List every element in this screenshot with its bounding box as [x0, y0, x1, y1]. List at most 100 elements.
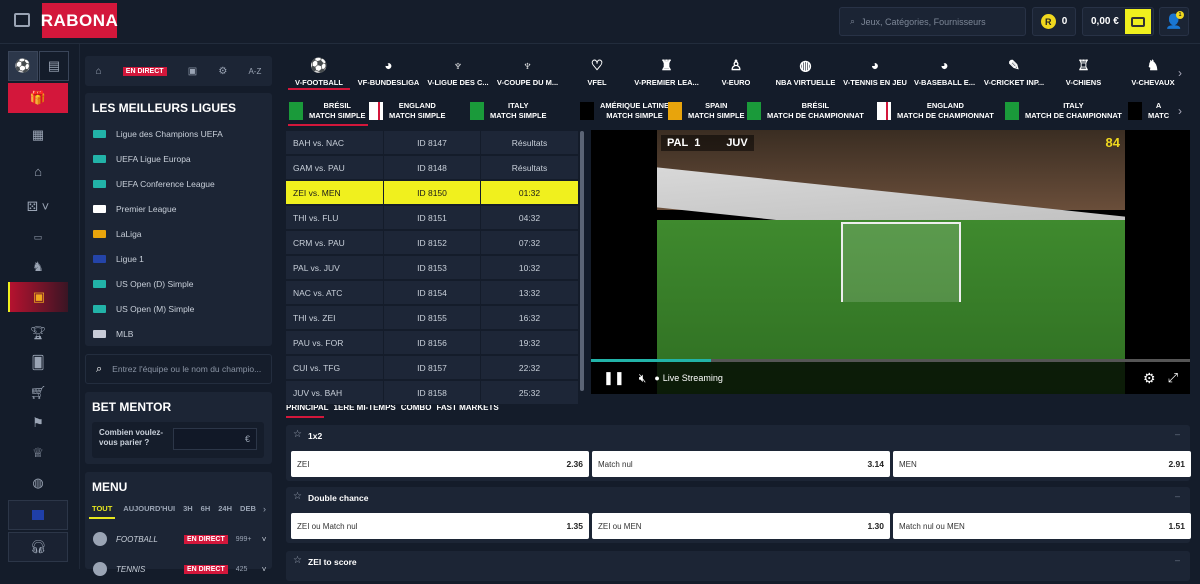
match-row[interactable]: PAU vs. FOR ID 8156 19:32 [286, 331, 578, 355]
match-list-scrollbar[interactable] [580, 131, 584, 391]
sport-tab[interactable]: ⚽ V-FOOTBALL [281, 57, 357, 87]
cards-icon[interactable]: 🂠 [8, 348, 68, 378]
sport-tab[interactable]: ◕ VF-BUNDESLIGA [351, 57, 427, 87]
trophy-icon[interactable]: 🏆︎ [8, 318, 68, 348]
league-tab[interactable]: AMÉRIQUE LATINE MATCH SIMPLE [580, 98, 669, 124]
league-item[interactable]: US Open (D) Simple [85, 271, 272, 296]
match-row[interactable]: BAH vs. NAC ID 8147 Résultats [286, 131, 578, 155]
league-tab[interactable]: SPAIN MATCH SIMPLE [668, 98, 745, 124]
league-tab[interactable]: BRÉSIL MATCH SIMPLE [289, 98, 366, 124]
league-tabs-next-icon[interactable]: › [1178, 104, 1182, 118]
sport-tab[interactable]: ♞ V-CHEVAUX [1115, 57, 1191, 87]
match-row[interactable]: NAC vs. ATC ID 8154 13:32 [286, 281, 578, 305]
league-item[interactable]: LaLiga [85, 221, 272, 246]
chevron-down-icon[interactable]: ˅ [262, 565, 267, 574]
sports-icon[interactable]: ⚽ [8, 51, 38, 81]
league-item[interactable]: Ligue 1 [85, 246, 272, 271]
filters-next-icon[interactable]: › [263, 504, 266, 514]
mute-icon[interactable]: 🔇︎ [639, 371, 647, 386]
profile-button[interactable]: 👤 1 [1159, 7, 1189, 36]
league-item[interactable]: UEFA Ligue Europa [85, 146, 272, 171]
live-button[interactable]: EN DIRECT [122, 66, 167, 76]
horse-icon[interactable]: ♞ [8, 252, 68, 282]
odds-button[interactable]: Match nul ou MEN 1.51 [893, 513, 1191, 539]
filter-tab[interactable]: AUJOURD'HUI [123, 504, 175, 519]
live-casino-icon[interactable]: ⚄ ˅ [8, 192, 68, 222]
match-row[interactable]: PAL vs. JUV ID 8153 10:32 [286, 256, 578, 280]
sport-tab[interactable]: ♜ V-PREMIER LEA... [629, 57, 705, 87]
sport-tab[interactable]: ♡ VFEL [559, 57, 635, 87]
match-row[interactable]: CRM vs. PAU ID 8152 07:32 [286, 231, 578, 255]
sport-item[interactable]: FOOTBALL EN DIRECT 999+ ˅ [85, 524, 272, 554]
virtual-sports-icon[interactable]: ▣ [8, 282, 68, 312]
collapse-icon[interactable]: – [1175, 429, 1180, 439]
rugby-icon[interactable]: ◍ [8, 468, 68, 498]
filter-tab[interactable]: 3H [183, 504, 193, 519]
sport-tab[interactable]: ✎ V-CRICKET INP... [976, 57, 1052, 87]
sport-tab[interactable]: ♖ V-CHIENS [1046, 57, 1122, 87]
wallet-button[interactable] [1125, 9, 1151, 34]
odds-button[interactable]: ZEI 2.36 [291, 451, 589, 477]
home-icon[interactable]: ⌂ [96, 66, 102, 77]
favorite-star-icon[interactable]: ☆ [293, 429, 302, 440]
gift-icon[interactable]: ▦ [8, 120, 68, 150]
league-item[interactable]: Ligue des Champions UEFA [85, 121, 272, 146]
video-player[interactable]: PAL 1 JUV 84 ❚❚ 🔇︎ ● Live Streaming ⚙ ⤢ [591, 130, 1190, 394]
sport-tab[interactable]: ♆ V-COUPE DU M... [490, 57, 566, 87]
match-row[interactable]: THI vs. FLU ID 8151 04:32 [286, 206, 578, 230]
logo[interactable]: RABONA [41, 3, 118, 38]
search-input[interactable]: ⌕ Jeux, Catégories, Fournisseurs [839, 7, 1026, 36]
settings-icon[interactable]: ⚙ [1143, 370, 1156, 387]
league-tab[interactable]: A MATC [1128, 98, 1169, 124]
sport-tab[interactable]: ◍ NBA VIRTUELLE [768, 57, 844, 87]
az-button[interactable]: A-Z [248, 67, 261, 76]
live-icon[interactable]: ▭ [8, 222, 68, 252]
filter-tab[interactable]: DEB [240, 504, 256, 519]
odds-button[interactable]: MEN 2.91 [893, 451, 1191, 477]
casino-icon[interactable]: ⌂ [8, 156, 68, 186]
match-row[interactable]: JUV vs. BAH ID 8158 25:32 [286, 381, 578, 405]
league-tab[interactable]: ITALY MATCH SIMPLE [470, 98, 547, 124]
sport-item[interactable]: TENNIS EN DIRECT 425 ˅ [85, 554, 272, 584]
favorite-star-icon[interactable]: ☆ [293, 491, 302, 502]
flag-icon[interactable]: ⚑ [8, 408, 68, 438]
filter-tab[interactable]: 24H [218, 504, 232, 519]
favorite-star-icon[interactable]: ☆ [293, 555, 302, 566]
collapse-icon[interactable]: – [1175, 555, 1180, 565]
collapse-icon[interactable]: – [1175, 491, 1180, 501]
coins-button[interactable]: R0 [1032, 7, 1076, 36]
league-tab[interactable]: ENGLAND MATCH DE CHAMPIONNAT [877, 98, 994, 124]
odds-button[interactable]: ZEI ou MEN 1.30 [592, 513, 890, 539]
bet-amount-input[interactable]: € [173, 428, 257, 450]
league-item[interactable]: US Open (M) Simple [85, 296, 272, 321]
odds-button[interactable]: ZEI ou Match nul 1.35 [291, 513, 589, 539]
chevron-down-icon[interactable]: ˅ [262, 535, 267, 544]
language-eu-icon[interactable] [8, 500, 68, 530]
league-tab[interactable]: BRÉSIL MATCH DE CHAMPIONNAT [747, 98, 864, 124]
calendar-icon[interactable]: ▣ [188, 66, 197, 77]
cart-icon[interactable]: 🛒︎ [8, 378, 68, 408]
league-item[interactable]: MLB [85, 321, 272, 346]
pause-icon[interactable]: ❚❚ [603, 370, 625, 386]
sidebar-toggle-icon[interactable] [14, 13, 30, 27]
team-search-input[interactable]: ⌕ Entrez l'équipe ou le nom du champio... [85, 354, 272, 384]
sport-tab[interactable]: ◕ V-TENNIS EN JEU [837, 57, 913, 87]
filter-tab[interactable]: 6H [201, 504, 211, 519]
sport-tab[interactable]: ◕ V-BASEBALL E... [907, 57, 983, 87]
settings-icon[interactable]: ⚙ [218, 66, 227, 77]
league-item[interactable]: Premier League [85, 196, 272, 221]
league-tab[interactable]: ENGLAND MATCH SIMPLE [369, 98, 446, 124]
filter-tab[interactable]: TOUT [89, 504, 116, 519]
sport-tab[interactable]: ♆ V-LIGUE DES C... [420, 57, 496, 87]
match-row[interactable]: THI vs. ZEI ID 8155 16:32 [286, 306, 578, 330]
cup-icon[interactable]: ♕ [8, 438, 68, 468]
league-tab[interactable]: ITALY MATCH DE CHAMPIONNAT [1005, 98, 1122, 124]
match-row[interactable]: GAM vs. PAU ID 8148 Résultats [286, 156, 578, 180]
match-row[interactable]: CUI vs. TFG ID 8157 22:32 [286, 356, 578, 380]
odds-button[interactable]: Match nul 3.14 [592, 451, 890, 477]
sport-tab[interactable]: ♙ V-EURO [698, 57, 774, 87]
league-item[interactable]: UEFA Conference League [85, 171, 272, 196]
match-row[interactable]: ZEI vs. MEN ID 8150 01:32 [286, 181, 578, 205]
promo-icon[interactable]: 🎁 [8, 83, 68, 113]
fullscreen-icon[interactable]: ⤢ [1168, 370, 1178, 386]
